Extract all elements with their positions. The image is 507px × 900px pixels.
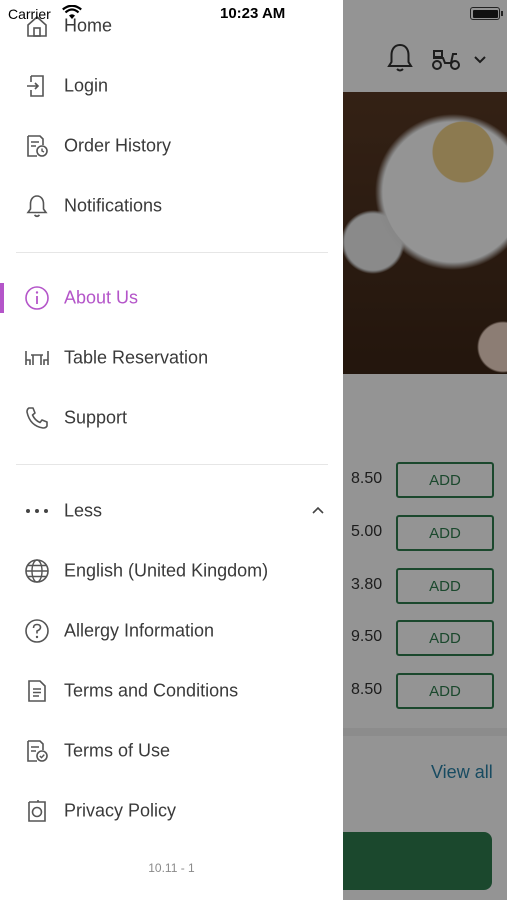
- menu-label: Allergy Information: [64, 620, 215, 641]
- table-icon: [24, 345, 50, 371]
- menu-label: Table Reservation: [64, 347, 209, 368]
- menu-label: Terms and Conditions: [64, 680, 239, 701]
- info-icon: [24, 285, 50, 311]
- status-bar: Carrier 10:23 AM: [0, 0, 507, 28]
- phone-icon: [24, 405, 50, 431]
- menu-item-terms-and-conditions[interactable]: Terms and Conditions: [0, 663, 343, 719]
- login-icon: [24, 73, 50, 99]
- menu-label: About Us: [64, 287, 139, 308]
- carrier-label: Carrier: [8, 6, 51, 22]
- chevron-up-icon[interactable]: [310, 503, 326, 517]
- menu-label: Support: [64, 407, 128, 428]
- menu-item-notifications[interactable]: Notifications: [0, 178, 343, 234]
- menu-label: Notifications: [64, 195, 163, 216]
- battery-icon: [470, 7, 503, 20]
- menu-label: Login: [64, 75, 109, 96]
- menu-item-login[interactable]: Login: [0, 58, 343, 114]
- menu-divider: [16, 464, 328, 465]
- menu-item-less-toggle[interactable]: Less: [0, 483, 343, 539]
- document-icon: [24, 678, 50, 704]
- side-drawer: Home Login Order History Notifications A…: [0, 0, 343, 900]
- wifi-icon: [62, 5, 82, 21]
- menu-divider: [16, 252, 328, 253]
- menu-item-support[interactable]: Support: [0, 390, 343, 446]
- menu-label: English (United Kingdom): [64, 560, 269, 581]
- menu-label: Terms of Use: [64, 740, 171, 761]
- menu-item-order-history[interactable]: Order History: [0, 118, 343, 174]
- menu-item-table-reservation[interactable]: Table Reservation: [0, 330, 343, 386]
- menu-item-privacy-policy[interactable]: Privacy Policy: [0, 783, 343, 839]
- menu-label: Less: [64, 500, 103, 521]
- menu-item-language[interactable]: English (United Kingdom): [0, 543, 343, 599]
- menu-item-terms-of-use[interactable]: Terms of Use: [0, 723, 343, 779]
- document-check-icon: [24, 738, 50, 764]
- menu-label: Privacy Policy: [64, 800, 177, 821]
- globe-icon: [24, 558, 50, 584]
- menu-item-about-us[interactable]: About Us: [0, 270, 343, 326]
- privacy-icon: [24, 798, 50, 824]
- question-icon: [24, 618, 50, 644]
- status-time: 10:23 AM: [220, 5, 286, 22]
- app-version: 10.11 - 1: [148, 861, 195, 875]
- drawer-overlay[interactable]: [343, 0, 507, 900]
- more-dots-icon: [24, 498, 50, 524]
- bell-icon: [24, 193, 50, 219]
- menu-label: Order History: [64, 135, 172, 156]
- menu-item-allergy-information[interactable]: Allergy Information: [0, 603, 343, 659]
- order-history-icon: [24, 133, 50, 159]
